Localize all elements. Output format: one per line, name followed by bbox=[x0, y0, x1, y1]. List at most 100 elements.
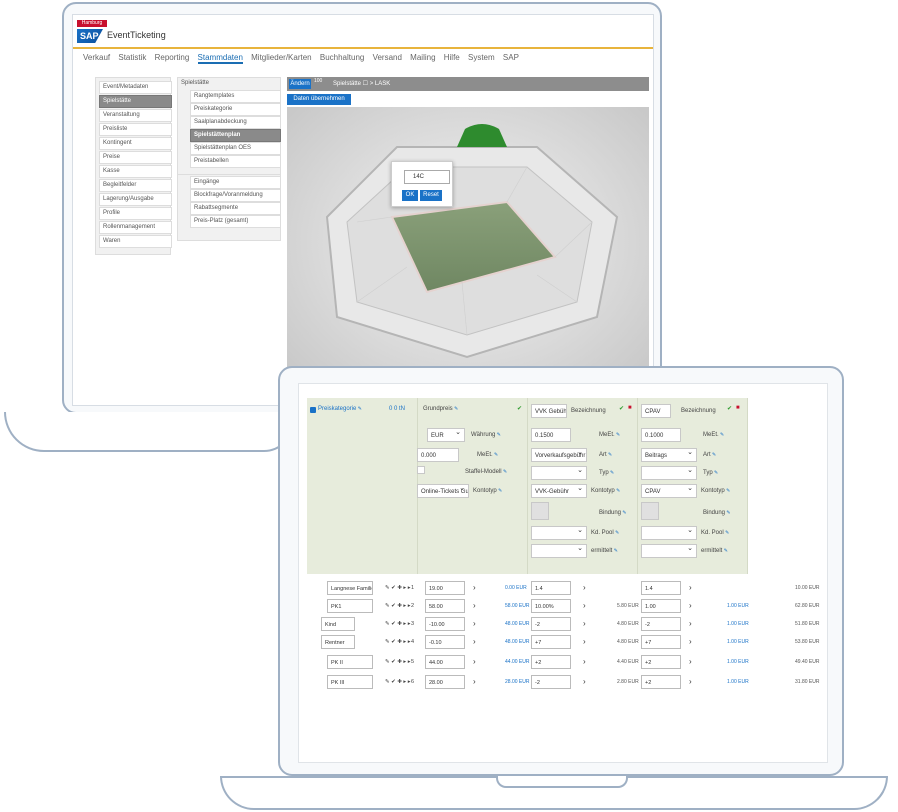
row-action-icons[interactable]: ✎ ✔ ✚ ▸ ▸ bbox=[385, 598, 410, 614]
kontotyp-select[interactable]: Online-Tickets Gu bbox=[417, 484, 469, 498]
menu-sap[interactable]: SAP bbox=[503, 53, 519, 62]
sidebar-item-preisliste[interactable]: Preisliste bbox=[99, 123, 172, 136]
menu-mailing[interactable]: Mailing bbox=[410, 53, 435, 62]
category-name-input[interactable]: Rentner bbox=[321, 635, 355, 649]
vvk-input[interactable]: 10.00% bbox=[531, 599, 571, 613]
cpav-meh-input[interactable]: 0.1000 bbox=[641, 428, 681, 442]
vvk-input[interactable]: 1.4 bbox=[531, 581, 571, 595]
cpav-input[interactable]: +7 bbox=[641, 635, 681, 649]
price-input[interactable]: -10.00 bbox=[425, 617, 465, 631]
menu-reporting[interactable]: Reporting bbox=[155, 53, 190, 62]
row-action-icons[interactable]: ✎ ✔ ✚ ▸ ▸ bbox=[385, 616, 410, 632]
chevron-right-icon[interactable]: › bbox=[473, 634, 476, 650]
sidebar-item-begleitfelder[interactable]: Begleitfelder bbox=[99, 179, 172, 192]
grundpreis-header[interactable]: Grundpreis bbox=[423, 406, 458, 412]
cpav-input[interactable]: 1.4 bbox=[641, 581, 681, 595]
block-select[interactable]: 14C bbox=[404, 170, 450, 184]
vvk-color-swatch[interactable] bbox=[531, 502, 549, 520]
chevron-right-icon[interactable]: › bbox=[473, 598, 476, 614]
vvk-konto-select[interactable]: VVK-Gebühr bbox=[531, 484, 587, 498]
vvk-input[interactable]: +2 bbox=[531, 655, 571, 669]
cpav-input[interactable]: +2 bbox=[641, 655, 681, 669]
chevron-right-icon[interactable]: › bbox=[583, 654, 586, 670]
cpav-art-select[interactable]: Beitrags bbox=[641, 448, 697, 462]
submenu-item[interactable]: Rangtemplates bbox=[190, 90, 281, 103]
waehrung-select[interactable]: EUR bbox=[427, 428, 465, 442]
vvk-meh-input[interactable]: 0.1500 bbox=[531, 428, 571, 442]
menu-mitglieder[interactable]: Mitglieder/Karten bbox=[251, 53, 311, 62]
change-button[interactable]: Ändern bbox=[289, 79, 311, 89]
menu-statistik[interactable]: Statistik bbox=[118, 53, 146, 62]
chevron-right-icon[interactable]: › bbox=[583, 674, 586, 690]
row-action-icons[interactable]: ✎ ✔ ✚ ▸ ▸ bbox=[385, 654, 410, 670]
chevron-right-icon[interactable]: › bbox=[689, 654, 692, 670]
sidebar-item-kontingent[interactable]: Kontingent bbox=[99, 137, 172, 150]
staffel-checkbox[interactable] bbox=[417, 466, 425, 474]
ok-button[interactable]: OK bbox=[402, 190, 418, 201]
price-input[interactable]: -0.10 bbox=[425, 635, 465, 649]
row-action-icons[interactable]: ✎ ✔ ✚ ▸ ▸ bbox=[385, 634, 410, 650]
vvk-typ-select[interactable] bbox=[531, 466, 587, 480]
check-icon[interactable]: ✔ bbox=[619, 405, 624, 412]
preiskategorie-icons[interactable]: 0 0 tN bbox=[389, 406, 405, 412]
chevron-right-icon[interactable]: › bbox=[689, 598, 692, 614]
vvk-art-select[interactable]: Vorverkaufsgebühr bbox=[531, 448, 587, 462]
sidebar-item-lagerung[interactable]: Lagerung/Ausgabe bbox=[99, 193, 172, 206]
chevron-right-icon[interactable]: › bbox=[473, 580, 476, 596]
category-name-input[interactable]: PK II bbox=[327, 655, 373, 669]
category-name-input[interactable]: PK1 bbox=[327, 599, 373, 613]
vvk-input[interactable]: +7 bbox=[531, 635, 571, 649]
vvk-ermittelt-select[interactable] bbox=[531, 544, 587, 558]
menu-buchhaltung[interactable]: Buchhaltung bbox=[320, 53, 364, 62]
sidebar-item-profile[interactable]: Profile bbox=[99, 207, 172, 220]
cpav-ermittelt-select[interactable] bbox=[641, 544, 697, 558]
menu-hilfe[interactable]: Hilfe bbox=[444, 53, 460, 62]
apply-data-button[interactable]: Daten übernehmen bbox=[287, 94, 351, 105]
sidebar-item-event[interactable]: Event/Metadaten bbox=[99, 81, 172, 94]
chevron-right-icon[interactable]: › bbox=[689, 616, 692, 632]
category-name-input[interactable]: PK III bbox=[327, 675, 373, 689]
menu-versand[interactable]: Versand bbox=[373, 53, 402, 62]
category-name-input[interactable]: Langnese Familie bbox=[327, 581, 373, 595]
submenu-item[interactable]: Preistabellen bbox=[190, 155, 281, 168]
submenu-item[interactable]: Blockfrage/Voranmeldung bbox=[190, 189, 281, 202]
vvk-name-input[interactable]: VVK Gebühr bbox=[531, 404, 567, 418]
sidebar-item-waren[interactable]: Waren bbox=[99, 235, 172, 248]
menu-system[interactable]: System bbox=[468, 53, 495, 62]
chevron-right-icon[interactable]: › bbox=[473, 674, 476, 690]
stadium-map[interactable] bbox=[287, 107, 649, 406]
chevron-right-icon[interactable]: › bbox=[583, 616, 586, 632]
cpav-kdpool-select[interactable] bbox=[641, 526, 697, 540]
check-icon[interactable]: ✔ bbox=[517, 405, 522, 412]
chevron-right-icon[interactable]: › bbox=[583, 598, 586, 614]
submenu-item[interactable]: Preiskategorie bbox=[190, 103, 281, 116]
cpav-input[interactable]: 1.00 bbox=[641, 599, 681, 613]
sidebar-item-kasse[interactable]: Kasse bbox=[99, 165, 172, 178]
vvk-kdpool-select[interactable] bbox=[531, 526, 587, 540]
cpav-typ-select[interactable] bbox=[641, 466, 697, 480]
vvk-input[interactable]: -2 bbox=[531, 675, 571, 689]
meh-input[interactable]: 0.000 bbox=[417, 448, 459, 462]
collapse-icon[interactable] bbox=[310, 407, 316, 413]
category-name-input[interactable]: Kind bbox=[321, 617, 355, 631]
chevron-right-icon[interactable]: › bbox=[689, 580, 692, 596]
delete-icon[interactable]: ■ bbox=[736, 405, 740, 411]
chevron-right-icon[interactable]: › bbox=[689, 674, 692, 690]
preiskategorie-header[interactable]: Preiskategorie bbox=[318, 406, 362, 412]
row-action-icons[interactable]: ✎ ✔ ✚ ▸ ▸ bbox=[385, 580, 410, 596]
menu-stammdaten[interactable]: Stammdaten bbox=[197, 53, 243, 64]
chevron-right-icon[interactable]: › bbox=[583, 634, 586, 650]
submenu-item[interactable]: Rabattsegmente bbox=[190, 202, 281, 215]
sidebar-item-veranstaltung[interactable]: Veranstaltung bbox=[99, 109, 172, 122]
price-input[interactable]: 19.00 bbox=[425, 581, 465, 595]
chevron-right-icon[interactable]: › bbox=[583, 580, 586, 596]
cpav-color-swatch[interactable] bbox=[641, 502, 659, 520]
reset-button[interactable]: Reset bbox=[420, 190, 442, 201]
chevron-right-icon[interactable]: › bbox=[689, 634, 692, 650]
submenu-item[interactable]: Saalplanabdeckung bbox=[190, 116, 281, 129]
price-input[interactable]: 44.00 bbox=[425, 655, 465, 669]
submenu-item-selected[interactable]: Spielstättenplan bbox=[190, 129, 281, 142]
cpav-konto-select[interactable]: CPAV bbox=[641, 484, 697, 498]
row-action-icons[interactable]: ✎ ✔ ✚ ▸ ▸ bbox=[385, 674, 410, 690]
sidebar-item-preise[interactable]: Preise bbox=[99, 151, 172, 164]
